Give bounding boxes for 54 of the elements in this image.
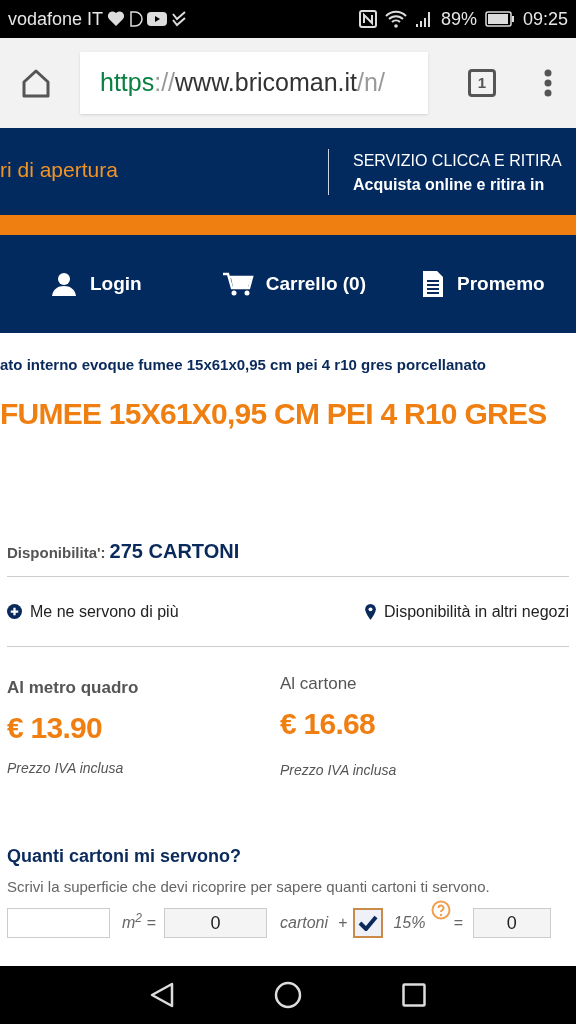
document-icon [421,270,445,298]
cart-icon [221,271,254,297]
info-link[interactable]: Me ne servono di più [7,599,179,624]
price: € 16.68 [280,705,376,742]
location-pin-icon [365,603,376,620]
video-icon [147,12,168,26]
home-icon[interactable] [274,981,302,1009]
check-icon [171,11,188,27]
equals-sign: = [453,913,463,933]
product-title: FUMEE 15X61X0,95 CM PEI 4 R10 GRES [0,396,548,432]
more-menu-icon[interactable] [544,69,552,97]
home-icon[interactable] [20,68,52,98]
plus-icon [7,604,22,619]
battery-icon [484,11,515,27]
tab-count-button[interactable]: 1 [468,69,496,97]
availability-label: Disponibilita': [7,543,106,563]
price-note: Prezzo IVA inclusa [280,760,398,780]
plus-sign: + [338,913,348,933]
url-text: https://www.bricoman.it/n/ [100,67,385,99]
check-icon [358,915,379,931]
opening-hours-link[interactable]: ri di apertura [0,158,118,181]
price-note: Prezzo IVA inclusa [7,758,125,778]
price-label: Al cartone [280,673,358,695]
nav-link[interactable]: Login [50,269,142,299]
nfc-icon [358,10,377,28]
availability-value: 275 CARTONI [109,539,240,564]
heart-icon [107,11,126,27]
margin-percent: 15% [393,913,426,933]
recent-apps-icon[interactable] [402,983,426,1007]
price: € 13.90 [7,709,103,746]
carrier-name: vodafone IT [8,7,104,31]
info-link[interactable]: Disponibilità in altri negozi [365,599,569,624]
address-bar[interactable]: https://www.bricoman.it/n/ [80,52,428,114]
area-input[interactable] [7,908,110,938]
nav-link[interactable]: Promemo [421,269,545,299]
battery-percent: 89% [440,7,477,31]
service-title: SERVIZIO CLICCA E RITIRA [353,150,562,171]
margin-checkbox[interactable] [353,908,384,938]
service-subtitle: Acquista online e ritira in [353,174,546,195]
calculator-hint: Scrivi la superficie che devi ricoprire per sapere quanti cartoni ti servono. [7,876,491,897]
area-unit: m$^{2}$ = [122,911,157,933]
user-icon [50,271,78,297]
back-icon[interactable] [150,982,174,1008]
breadcrumb: ato interno evoque fumee 15x61x0,95 cm pei 4 r10 gres porcellanato [0,356,487,373]
wifi-icon [384,10,407,28]
price-label: Al metro quadro [7,677,140,699]
cartons-field: 0 [164,908,267,938]
total-field: 0 [472,908,551,938]
app-icon [129,10,144,28]
nav-link[interactable]: Carrello (0) [221,269,366,299]
signal-icon [414,10,433,28]
calculator-title: Quanti cartoni mi servono? [7,844,243,868]
clock: 09:25 [522,7,568,31]
cartons-label: cartoni [280,913,329,933]
